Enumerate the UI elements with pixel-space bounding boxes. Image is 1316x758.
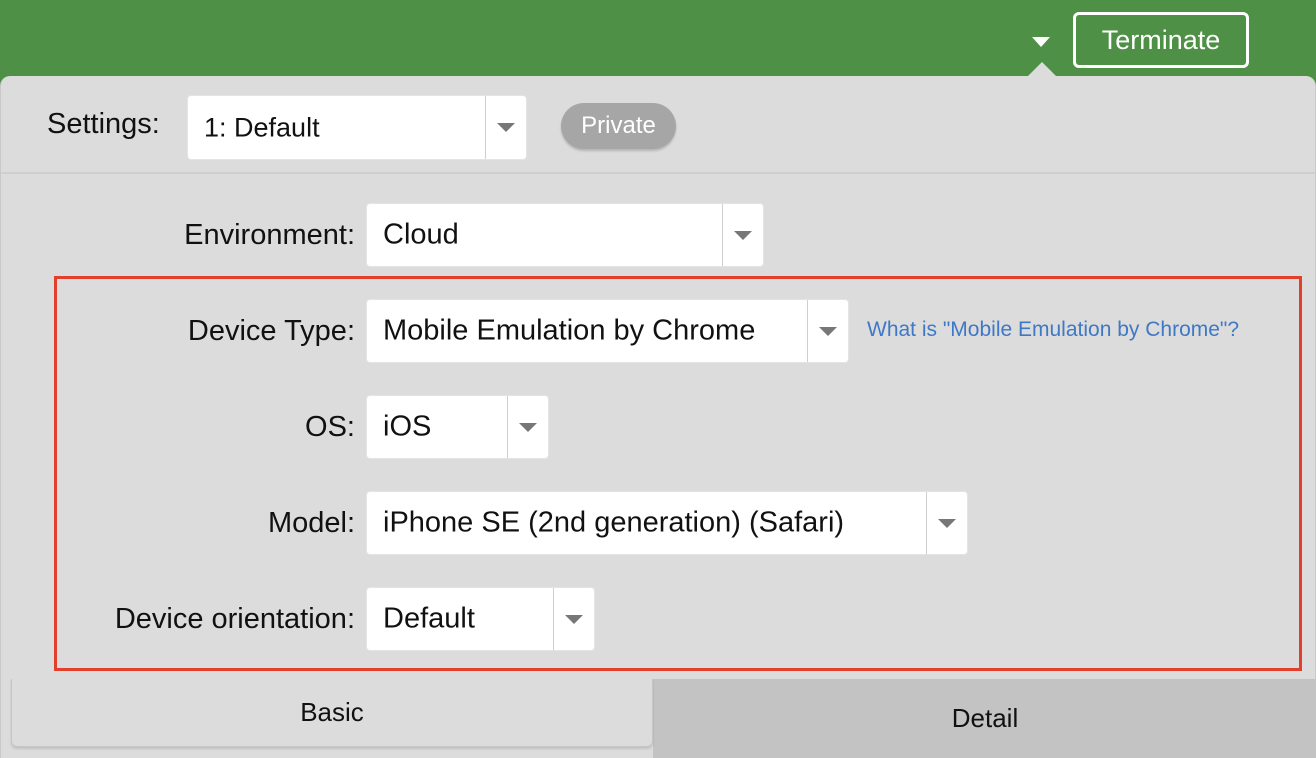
device-orientation-label: Device orientation: xyxy=(114,603,355,635)
tab-detail[interactable]: Detail xyxy=(653,679,1316,758)
model-label: Model: xyxy=(267,507,355,539)
os-select[interactable]: iOS xyxy=(366,395,549,459)
device-type-select[interactable]: Mobile Emulation by Chrome xyxy=(366,299,849,363)
os-select-arrow xyxy=(507,396,548,458)
chevron-down-icon xyxy=(819,326,837,336)
tab-basic[interactable]: Basic xyxy=(11,679,653,747)
private-badge: Private xyxy=(561,103,676,149)
environment-label: Environment: xyxy=(184,219,355,251)
model-select-arrow xyxy=(926,492,967,554)
caret-down-icon[interactable] xyxy=(1030,35,1052,49)
chevron-down-icon xyxy=(497,123,515,132)
settings-select-arrow xyxy=(485,96,526,159)
top-bar: Terminate xyxy=(0,0,1316,78)
settings-select-value: 1: Default xyxy=(204,112,320,142)
device-type-select-value: Mobile Emulation by Chrome xyxy=(383,314,756,347)
chevron-down-icon xyxy=(938,518,956,528)
os-select-value: iOS xyxy=(383,410,432,443)
settings-panel: Settings: 1: Default Private Environment… xyxy=(0,76,1316,758)
device-type-label: Device Type: xyxy=(187,315,355,347)
chevron-down-icon xyxy=(565,614,583,624)
settings-select[interactable]: 1: Default xyxy=(187,95,527,160)
settings-label: Settings: xyxy=(47,108,160,140)
chevron-down-icon xyxy=(734,230,752,240)
model-select[interactable]: iPhone SE (2nd generation) (Safari) xyxy=(366,491,968,555)
chevron-down-icon xyxy=(519,422,537,432)
panel-pointer xyxy=(1027,62,1057,77)
os-label: OS: xyxy=(305,411,355,443)
device-orientation-select[interactable]: Default xyxy=(366,587,595,651)
device-type-select-arrow xyxy=(807,300,848,362)
environment-select-value: Cloud xyxy=(383,218,459,251)
device-type-help-link[interactable]: What is "Mobile Emulation by Chrome"? xyxy=(867,318,1239,342)
terminate-button[interactable]: Terminate xyxy=(1073,12,1249,68)
device-orientation-select-arrow xyxy=(553,588,594,650)
settings-row: Settings: 1: Default Private xyxy=(1,76,1315,174)
environment-select[interactable]: Cloud xyxy=(366,203,764,267)
device-orientation-select-value: Default xyxy=(383,602,475,635)
model-select-value: iPhone SE (2nd generation) (Safari) xyxy=(383,506,845,539)
environment-select-arrow xyxy=(722,204,763,266)
